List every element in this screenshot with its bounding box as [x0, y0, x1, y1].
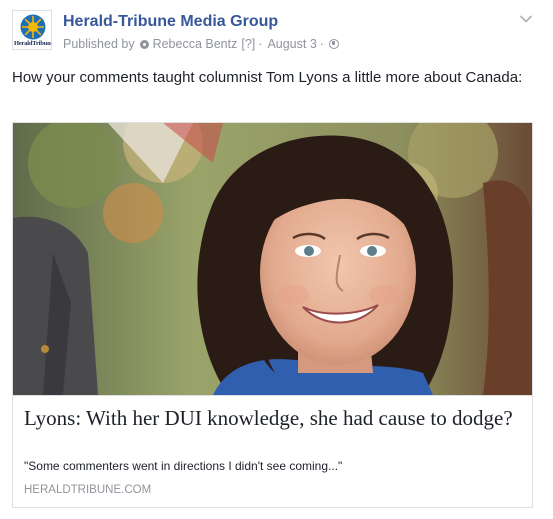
article-photo[interactable] [13, 123, 532, 395]
feed-post: HeraldTribune Herald-Tribune Media Group… [0, 0, 553, 519]
avatar-wordmark: HeraldTribune [14, 40, 52, 47]
chevron-down-icon[interactable] [519, 12, 533, 26]
article-headline[interactable]: Lyons: With her DUI knowledge, she had c… [24, 406, 514, 431]
post-date-link[interactable]: August 3 [267, 37, 316, 51]
meta-separator: · [319, 37, 324, 51]
post-message: How your comments taught columnist Tom L… [12, 69, 523, 86]
link-preview-card[interactable]: Lyons: With her DUI knowledge, she had c… [12, 122, 533, 508]
page-name-link[interactable]: Herald-Tribune Media Group [63, 13, 278, 31]
article-domain: HERALDTRIBUNE.COM [24, 484, 152, 496]
page-avatar[interactable]: HeraldTribune [12, 10, 52, 50]
globe-icon[interactable] [328, 39, 339, 49]
author-help-link[interactable]: [?] [241, 37, 255, 51]
sun-logo-icon [20, 14, 46, 40]
post-meta: Published by Rebecca Bentz [?] · August … [63, 37, 339, 51]
link-card-text[interactable]: Lyons: With her DUI knowledge, she had c… [13, 395, 532, 507]
photo-illustration [13, 123, 532, 395]
meta-separator: · [258, 37, 263, 51]
post-header: HeraldTribune Herald-Tribune Media Group… [12, 10, 541, 52]
published-by-label: Published by [63, 37, 135, 51]
gear-icon [139, 39, 149, 49]
author-link[interactable]: Rebecca Bentz [153, 37, 238, 51]
article-description: "Some commenters went in directions I di… [24, 459, 343, 473]
